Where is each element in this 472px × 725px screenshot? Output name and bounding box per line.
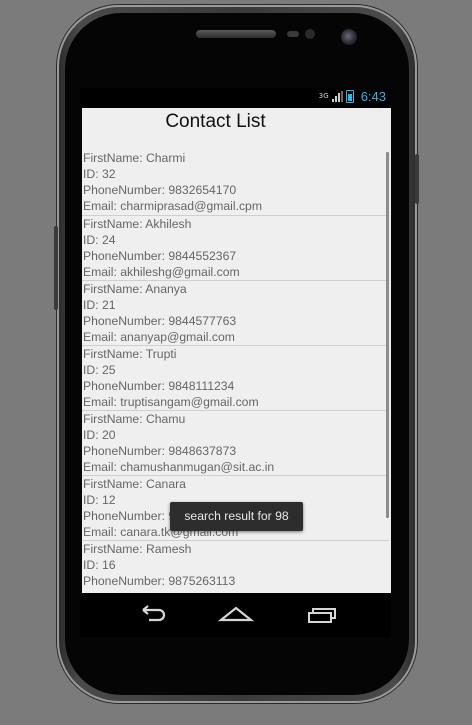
battery-icon: [345, 90, 354, 103]
contact-email: Email: akhileshg@gmail.com: [83, 265, 240, 279]
contact-id: ID: 16: [83, 558, 116, 572]
proximity-sensor: [287, 31, 299, 37]
contact-phone: PhoneNumber: 9832654170: [83, 183, 237, 197]
contact-id: ID: 20: [83, 428, 116, 442]
contact-phone: PhoneNumber: 9844577763: [83, 314, 237, 328]
contact-first-name: FirstName: Charmi: [83, 151, 186, 165]
contact-phone: PhoneNumber: 9844552367: [83, 249, 237, 263]
navigation-bar: [80, 593, 391, 637]
contact-id: ID: 32: [83, 167, 116, 181]
contact-phone: PhoneNumber: 9848111234: [83, 379, 235, 393]
contact-first-name: FirstName: Akhilesh: [83, 217, 192, 231]
earpiece-speaker: [196, 30, 276, 38]
volume-button: [54, 226, 58, 310]
list-item[interactable]: FirstName: Charmi ID: 32 PhoneNumber: 9832…: [82, 150, 389, 216]
contact-email: Email: charmiprasad@gmail.cpm: [83, 199, 262, 213]
page-title: Contact List: [165, 111, 266, 132]
contact-email: Email: ananyap@gmail.com: [83, 330, 235, 344]
contact-first-name: FirstName: Chamu: [83, 412, 186, 426]
list-item[interactable]: FirstName: Ananya ID: 21 PhoneNumber: 9844…: [82, 281, 389, 346]
signal-icon: [331, 90, 343, 103]
list-scrollbar[interactable]: [386, 152, 389, 518]
recent-apps-icon[interactable]: [300, 599, 344, 631]
contact-email: Email: chamushanmugan@sit.ac.in: [83, 460, 275, 474]
list-item[interactable]: FirstName: Trupti ID: 25 PhoneNumber: 9848…: [82, 346, 389, 411]
front-camera: [341, 29, 357, 45]
contact-first-name: FirstName: Canara: [83, 477, 186, 491]
network-type: 3G: [318, 92, 329, 100]
home-icon[interactable]: [214, 599, 258, 631]
contact-phone: PhoneNumber: 9848637873: [83, 444, 237, 458]
power-button: [415, 154, 419, 204]
contact-phone: PhoneNumber: 9875263113: [83, 574, 236, 588]
contact-first-name: FirstName: Ananya: [83, 282, 187, 296]
contact-email: Email: truptisangam@gmail.com: [83, 395, 259, 409]
status-clock: 6:43: [360, 89, 386, 104]
toast-message: search result for 98: [170, 502, 303, 531]
contact-first-name: FirstName: Ramesh: [83, 542, 192, 556]
contact-first-name: FirstName: Trupti: [83, 347, 177, 361]
contact-id: ID: 24: [83, 233, 116, 247]
list-item[interactable]: FirstName: Ramesh ID: 16 PhoneNumber: 9875…: [82, 541, 389, 593]
back-icon[interactable]: [129, 599, 173, 631]
contact-id: ID: 21: [83, 298, 116, 312]
contact-id: ID: 25: [83, 363, 116, 377]
status-bar: 3G 6:43: [80, 88, 391, 108]
list-item[interactable]: FirstName: Chamu ID: 20 PhoneNumber: 98486…: [82, 411, 389, 476]
light-sensor: [305, 29, 315, 39]
list-item[interactable]: FirstName: Akhilesh ID: 24 PhoneNumber: 98…: [82, 216, 389, 281]
